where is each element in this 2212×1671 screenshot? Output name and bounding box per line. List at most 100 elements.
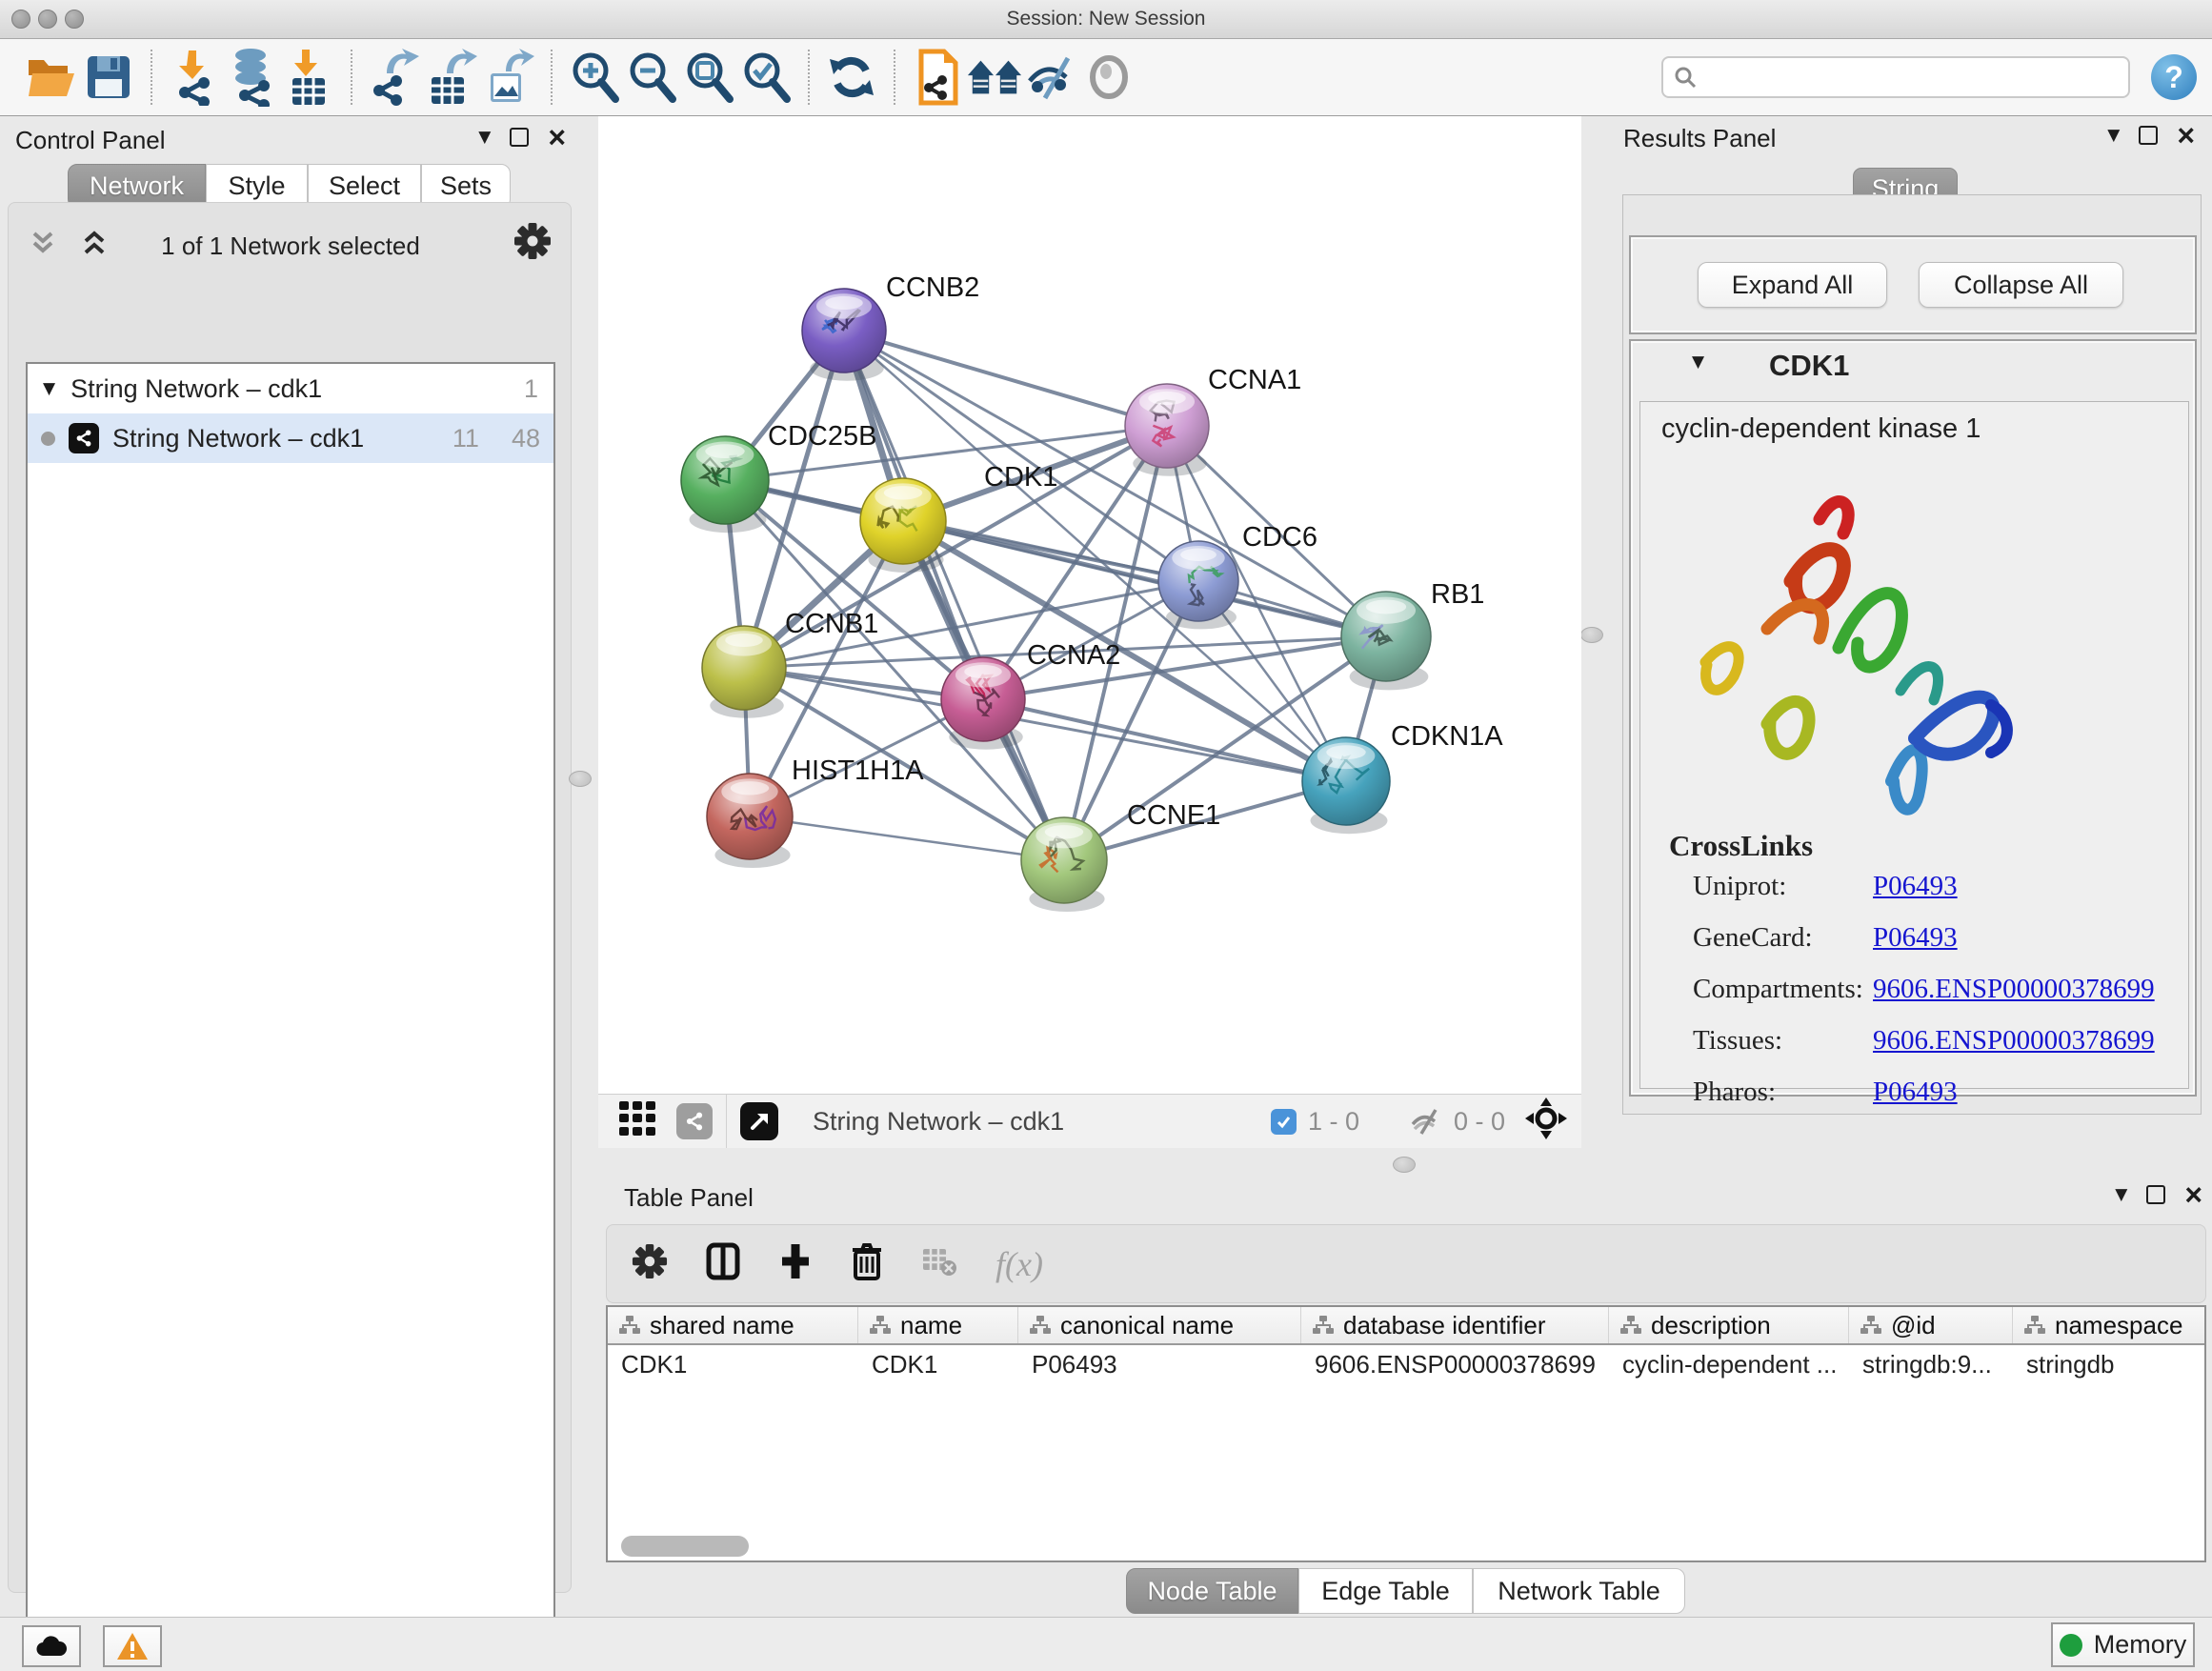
collection-expand-icon[interactable]: ▼ [43, 379, 55, 398]
memory-button[interactable]: Memory [2051, 1622, 2195, 1667]
column-header-database-identifier[interactable]: database identifier [1301, 1307, 1609, 1343]
help-button[interactable]: ? [2151, 54, 2197, 100]
title-bar: Session: New Session [0, 0, 2212, 39]
import-network-database-icon[interactable] [223, 47, 280, 108]
home-networks-icon[interactable] [966, 47, 1023, 108]
crosslink-link[interactable]: P06493 [1873, 1077, 1958, 1108]
crosslink-label: GeneCard: [1693, 922, 1813, 954]
table-settings-gear-icon[interactable] [632, 1243, 668, 1284]
hidden-count: 0 - 0 [1454, 1107, 1505, 1137]
export-table-icon[interactable] [423, 47, 480, 108]
crosslink-link[interactable]: P06493 [1873, 871, 1958, 902]
import-network-file-icon[interactable] [166, 47, 223, 108]
status-bar: Memory [0, 1617, 2212, 1671]
zoom-fit-icon[interactable] [680, 47, 737, 108]
delete-table-icon[interactable] [921, 1245, 957, 1282]
toolbar-separator [151, 50, 152, 105]
refresh-icon[interactable] [823, 47, 880, 108]
crosslinks-title: CrossLinks [1669, 829, 1813, 863]
column-header-canonical-name[interactable]: canonical name [1018, 1307, 1301, 1343]
function-builder-icon[interactable]: f(x) [995, 1244, 1043, 1284]
crosslink-link[interactable]: 9606.ENSP00000378699 [1873, 1025, 2155, 1057]
hide-glasses-icon[interactable] [1023, 47, 1080, 108]
column-header-namespace[interactable]: namespace [2013, 1307, 2206, 1343]
network-view-toolbar: String Network – cdk1 1 - 0 0 - 0 [598, 1094, 1581, 1148]
birds-eye-view-icon[interactable] [1524, 1097, 1568, 1147]
string-file-import-icon[interactable] [909, 47, 966, 108]
network-row-label: String Network – cdk1 [112, 424, 364, 453]
cloud-button[interactable] [22, 1625, 81, 1667]
eye-icon[interactable] [1080, 47, 1137, 108]
tab-network-table[interactable]: Network Table [1473, 1568, 1685, 1614]
tab-node-table[interactable]: Node Table [1126, 1568, 1298, 1614]
crosslink-link[interactable]: P06493 [1873, 922, 1958, 954]
horizontal-scrollbar[interactable] [621, 1536, 749, 1557]
panel-menu-icon[interactable]: ▼ [2107, 126, 2120, 145]
zoom-out-icon[interactable] [623, 47, 680, 108]
export-network-icon[interactable] [366, 47, 423, 108]
save-session-icon[interactable] [80, 47, 137, 108]
warning-icon [116, 1632, 149, 1661]
collapse-all-button[interactable]: Collapse All [1919, 262, 2123, 308]
network-row[interactable]: String Network – cdk1 11 48 [28, 413, 553, 463]
left-splitter-handle[interactable] [569, 771, 592, 787]
gene-section-expand-icon[interactable]: ▼ [1692, 352, 1704, 372]
network-collection-row[interactable]: ▼ String Network – cdk1 1 [28, 364, 553, 413]
table-row[interactable]: CDK1CDK1P064939606.ENSP00000378699cyclin… [608, 1345, 2204, 1383]
crosslink-link[interactable]: 9606.ENSP00000378699 [1873, 974, 2155, 1005]
network-graph[interactable]: CCNB2CCNA1CDC25BCDK1CDC6RB1CCNB1CCNA2CDK… [598, 116, 1581, 1094]
panel-close-icon[interactable]: × [548, 128, 566, 147]
column-header-name[interactable]: name [858, 1307, 1018, 1343]
node-table[interactable]: shared namenamecanonical namedatabase id… [606, 1305, 2206, 1562]
search-box[interactable] [1661, 56, 2130, 98]
panel-float-icon[interactable] [2146, 1185, 2165, 1204]
collection-count: 1 [524, 374, 538, 404]
import-table-icon[interactable] [280, 47, 337, 108]
table-cell: cyclin-dependent ... [1609, 1345, 1849, 1383]
search-input[interactable] [1698, 63, 2101, 91]
table-panel-title: Table Panel [624, 1183, 754, 1213]
gene-description: cyclin-dependent kinase 1 [1661, 413, 1981, 445]
crosslink-label: Tissues: [1693, 1025, 1782, 1057]
panel-close-icon[interactable]: × [2184, 1185, 2202, 1204]
bottom-splitter-handle[interactable] [1393, 1157, 1416, 1173]
panel-float-icon[interactable] [2139, 126, 2158, 145]
column-header-description[interactable]: description [1609, 1307, 1849, 1343]
panel-menu-icon[interactable]: ▼ [2115, 1185, 2127, 1204]
delete-column-icon[interactable] [851, 1242, 883, 1285]
network-options-gear-icon[interactable] [513, 222, 552, 265]
column-header-@id[interactable]: @id [1849, 1307, 2013, 1343]
tab-edge-table[interactable]: Edge Table [1298, 1568, 1473, 1614]
string-network-icon [69, 423, 99, 453]
toolbar-separator [726, 1095, 727, 1148]
network-share-view-icon[interactable] [676, 1103, 713, 1139]
open-in-new-window-icon[interactable] [740, 1102, 778, 1140]
table-cell: stringdb [2013, 1345, 2206, 1383]
export-image-icon[interactable] [480, 47, 537, 108]
expand-all-button[interactable]: Expand All [1698, 262, 1887, 308]
svg-text:CCNE1: CCNE1 [1127, 800, 1220, 831]
zoom-in-icon[interactable] [566, 47, 623, 108]
panel-menu-icon[interactable]: ▼ [478, 128, 491, 147]
toolbar-separator [894, 50, 895, 105]
open-session-icon[interactable] [23, 47, 80, 108]
grid-view-icon[interactable] [617, 1097, 659, 1146]
panel-close-icon[interactable]: × [2177, 126, 2195, 145]
network-canvas[interactable]: CCNB2CCNA1CDC25BCDK1CDC6RB1CCNB1CCNA2CDK… [598, 116, 1581, 1094]
svg-text:CDC6: CDC6 [1242, 522, 1317, 553]
show-columns-icon[interactable] [706, 1242, 740, 1285]
zoom-selected-icon[interactable] [737, 47, 794, 108]
warning-button[interactable] [103, 1625, 162, 1667]
right-splitter-handle[interactable] [1580, 627, 1603, 643]
svg-text:CCNA1: CCNA1 [1208, 365, 1301, 395]
selected-checkbox-icon[interactable] [1271, 1109, 1297, 1135]
network-node-count: 11 [452, 424, 479, 453]
crosslink-label: Uniprot: [1693, 871, 1786, 902]
panel-float-icon[interactable] [510, 128, 529, 147]
hidden-eye-slash-icon[interactable] [1410, 1107, 1442, 1136]
window-title: Session: New Session [0, 0, 2212, 38]
collection-label: String Network – cdk1 [70, 374, 322, 404]
add-column-icon[interactable] [778, 1242, 813, 1285]
column-header-shared-name[interactable]: shared name [608, 1307, 858, 1343]
svg-text:CDC25B: CDC25B [768, 421, 876, 452]
